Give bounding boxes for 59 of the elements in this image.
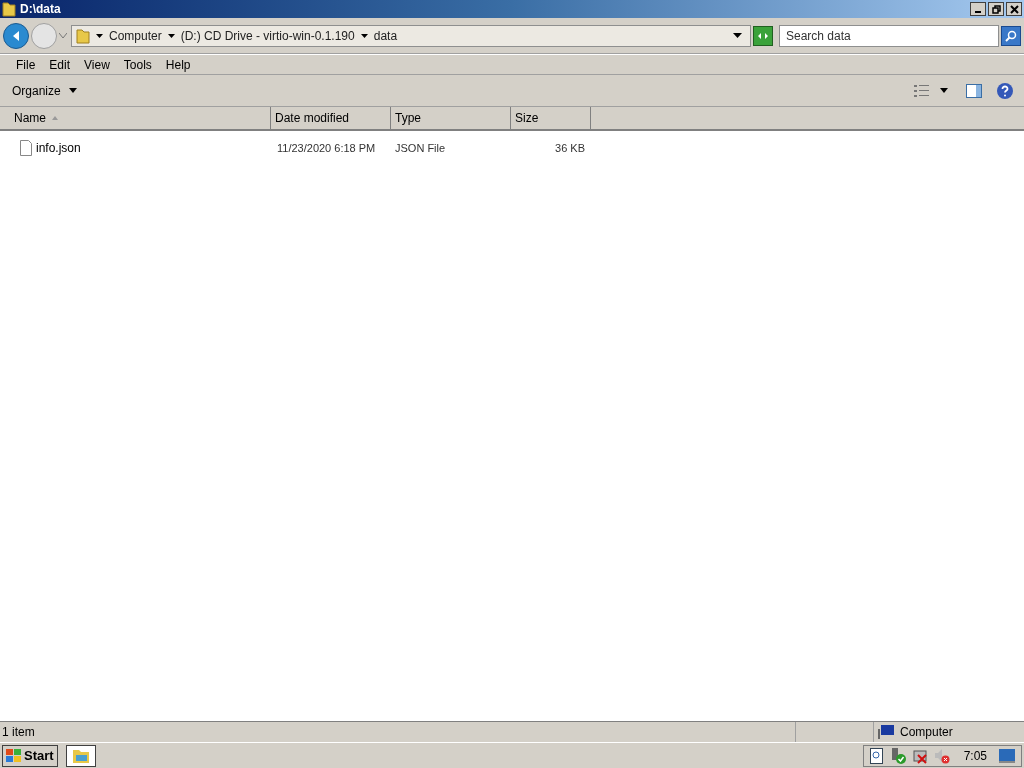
address-bar[interactable]: Computer (D:) CD Drive - virtio-win-0.1.190 data <box>71 24 751 47</box>
sort-icon <box>52 116 58 120</box>
file-icon <box>20 140 32 156</box>
usb-check-icon[interactable] <box>889 747 906 764</box>
refresh-icon <box>757 30 769 41</box>
folder-icon <box>71 747 90 764</box>
breadcrumb-item[interactable]: data <box>373 26 398 45</box>
file-row[interactable]: info.json 11/23/2020 6:18 PM JSON File 36 KB <box>0 139 591 157</box>
close-button[interactable] <box>1006 2 1022 16</box>
menu-item[interactable]: View <box>84 55 110 74</box>
caret-icon[interactable] <box>167 33 175 38</box>
column-header[interactable]: Size <box>511 107 591 129</box>
start-button[interactable]: Start <box>2 744 58 767</box>
desktop-icon[interactable] <box>999 748 1015 763</box>
menu-item[interactable]: Edit <box>49 55 71 74</box>
item-count: 1 item <box>0 722 796 742</box>
clock: 7:05 <box>963 747 987 765</box>
folder-icon <box>76 27 90 44</box>
help-icon[interactable] <box>996 81 1014 100</box>
restore-icon <box>991 4 1001 14</box>
caret-icon[interactable] <box>733 33 742 38</box>
caret-icon[interactable] <box>96 33 103 38</box>
preview-pane-icon[interactable] <box>966 83 982 98</box>
dropdown-icon[interactable] <box>59 32 67 39</box>
speaker-muted-icon[interactable] <box>933 747 950 764</box>
refresh-button[interactable] <box>753 25 773 46</box>
windows-logo <box>6 748 22 763</box>
search-field[interactable]: Search data <box>779 24 999 47</box>
document-search-icon[interactable] <box>869 747 884 764</box>
menu-item[interactable]: Help <box>165 55 191 74</box>
menu-item[interactable]: Tools <box>123 55 152 74</box>
file-name: info.json <box>36 140 81 157</box>
column-header[interactable]: Date modified <box>271 107 391 129</box>
close-icon <box>1009 4 1019 14</box>
explorer-taskbar-button[interactable] <box>65 744 96 767</box>
column-header[interactable]: Name <box>0 107 271 129</box>
size-cell-text: 36 KB <box>554 140 586 156</box>
type-cell-text: JSON File <box>394 140 447 156</box>
breadcrumb-item[interactable]: (D:) CD Drive - virtio-win-0.1.190 <box>180 26 355 45</box>
back-button[interactable] <box>3 22 29 49</box>
caret-icon <box>68 88 77 93</box>
caret-icon[interactable] <box>940 88 948 93</box>
organize-button[interactable]: Organize <box>10 81 79 100</box>
window-title: D:\data <box>20 1 61 18</box>
folder-icon <box>2 1 16 17</box>
column-header[interactable]: Type <box>391 107 511 129</box>
view-list-icon[interactable] <box>914 83 930 98</box>
search-icon <box>1005 29 1017 42</box>
restore-button[interactable] <box>988 2 1004 16</box>
caret-icon[interactable] <box>360 33 368 38</box>
menu-item[interactable]: File <box>16 55 36 74</box>
location-label: Computer <box>900 724 953 741</box>
network-error-icon[interactable] <box>911 747 928 764</box>
minimize-button[interactable] <box>970 2 986 16</box>
search-button[interactable] <box>1001 25 1021 46</box>
breadcrumb-item[interactable]: Computer <box>109 26 162 45</box>
date-modified-cell-text: 11/23/2020 6:18 PM <box>276 140 377 156</box>
minimize-icon <box>975 11 981 13</box>
computer-icon <box>878 725 894 739</box>
